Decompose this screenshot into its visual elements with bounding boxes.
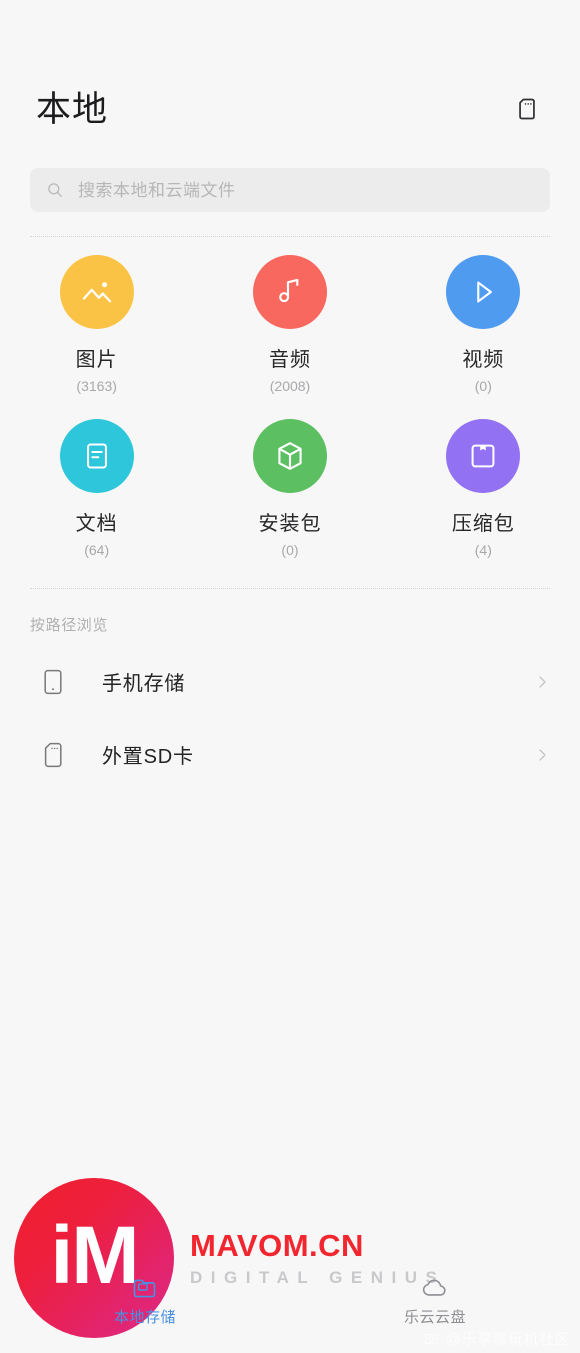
nav-item-local-storage[interactable]: 本地存储 (0, 1273, 290, 1325)
path-section-title: 按路径浏览 (30, 617, 109, 634)
category-count: (64) (84, 542, 110, 558)
category-label: 文档 (75, 513, 118, 535)
category-item-packages[interactable]: 安装包 (0) (193, 419, 386, 583)
nav-item-label: 乐云云盘 (403, 1309, 466, 1326)
path-item-label: 手机存储 (102, 673, 186, 695)
sd-card-icon (38, 740, 68, 770)
category-label: 安装包 (258, 513, 322, 535)
category-label: 视频 (462, 349, 505, 371)
app-screen: 本地 搜索本地和云端文件 图片 (3163) 音频 (2008) 视频 (0) … (0, 0, 580, 1353)
music-note-icon (279, 278, 299, 303)
nav-item-cloud-drive[interactable]: 乐云云盘 (290, 1273, 580, 1325)
path-item-phone-storage[interactable]: 手机存储 (0, 645, 580, 718)
header: 本地 (0, 78, 580, 140)
category-count: (2008) (269, 378, 311, 394)
sd-card-icon (519, 98, 535, 120)
cloud-icon (420, 1273, 450, 1303)
category-item-audio[interactable]: 音频 (2008) (193, 255, 386, 419)
category-grid: 图片 (3163) 音频 (2008) 视频 (0) 文档 (64) 安装包 (… (0, 255, 580, 583)
category-icon-badge (59, 419, 134, 493)
search-icon (48, 183, 62, 197)
watermark-title: MAVOM.CN (190, 1227, 364, 1263)
archive-box-icon (471, 444, 495, 468)
category-count: (0) (281, 542, 299, 558)
package-cube-icon (278, 442, 302, 470)
bottom-navigation: 本地存储 乐云云盘 (0, 1267, 580, 1353)
chevron-right-icon (539, 748, 546, 761)
category-icon-badge (59, 255, 134, 329)
category-label: 图片 (75, 349, 118, 371)
nav-item-label: 本地存储 (113, 1309, 176, 1326)
category-icon-badge (446, 419, 521, 493)
play-icon (477, 281, 493, 303)
search-placeholder: 搜索本地和云端文件 (78, 180, 236, 200)
folder-icon (132, 1273, 159, 1303)
category-icon-badge (252, 419, 327, 493)
category-count: (4) (474, 542, 492, 558)
path-item-label: 外置SD卡 (102, 746, 194, 768)
category-label: 压缩包 (451, 513, 515, 535)
sd-card-button[interactable] (507, 89, 547, 129)
category-item-documents[interactable]: 文档 (64) (0, 419, 193, 583)
chevron-right-icon (539, 675, 546, 688)
category-count: (0) (474, 378, 492, 394)
category-icon-badge (252, 255, 327, 329)
path-item-sd-card[interactable]: 外置SD卡 (0, 718, 580, 791)
category-item-videos[interactable]: 视频 (0) (387, 255, 580, 419)
phone-icon (38, 667, 68, 697)
category-label: 音频 (268, 349, 311, 371)
page-title: 本地 (36, 89, 109, 129)
path-list: 手机存储 外置SD卡 (0, 645, 580, 791)
category-item-archives[interactable]: 压缩包 (4) (387, 419, 580, 583)
category-item-images[interactable]: 图片 (3163) (0, 255, 193, 419)
image-icon (82, 282, 111, 303)
document-icon (86, 443, 107, 469)
search-input[interactable]: 搜索本地和云端文件 (30, 168, 550, 212)
divider-top (30, 236, 550, 237)
divider-bottom (30, 588, 550, 589)
category-icon-badge (446, 255, 521, 329)
category-count: (3163) (76, 378, 117, 394)
